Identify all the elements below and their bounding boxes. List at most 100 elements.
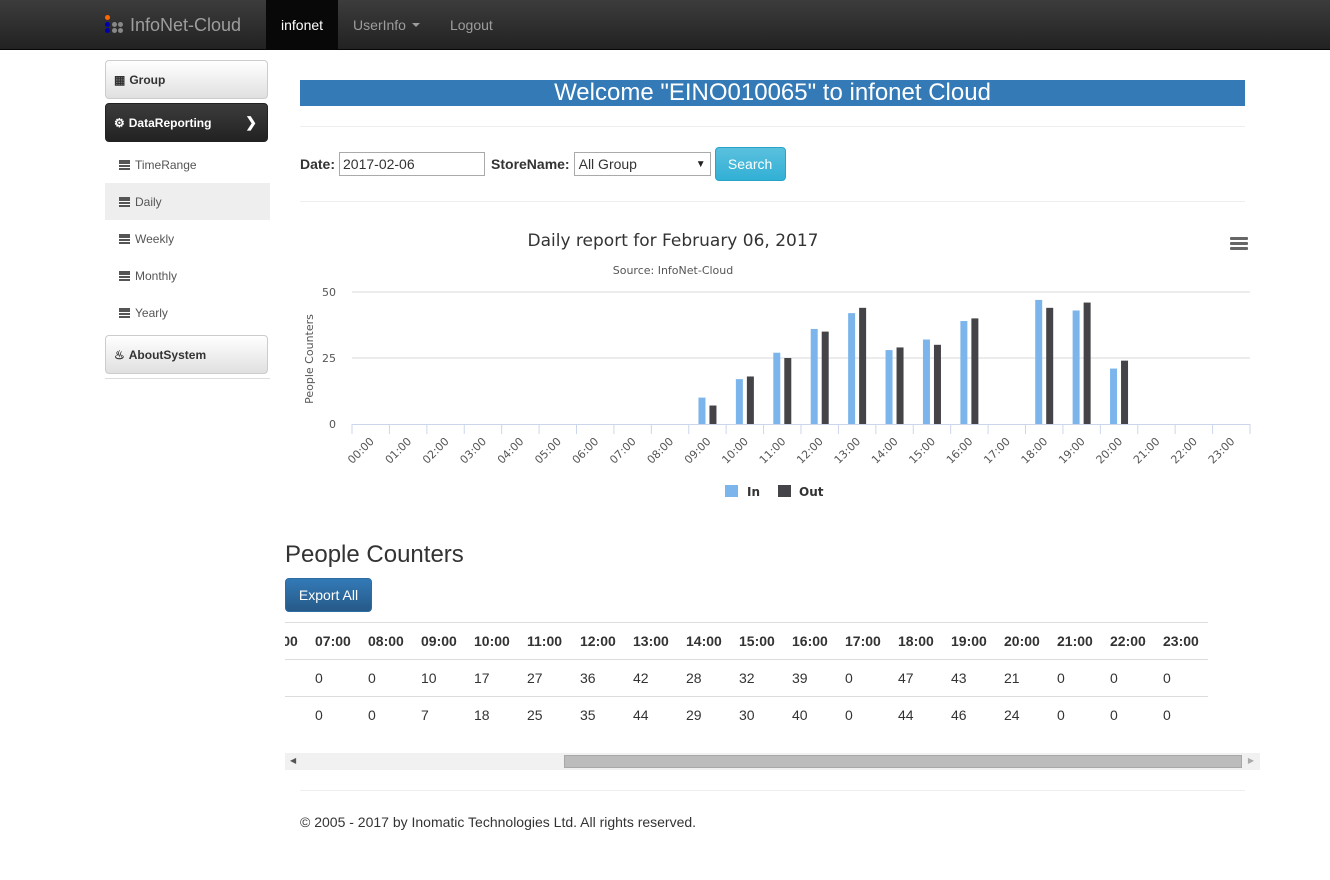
- x-tick-label: 16:00: [944, 435, 976, 467]
- table-cell: 44: [890, 696, 943, 734]
- x-tick-label: 02:00: [420, 435, 452, 467]
- sidebar-item-timerange[interactable]: TimeRange: [105, 146, 270, 183]
- sidebar-group-button[interactable]: ▦ Group: [105, 60, 268, 99]
- table-cell: 0: [285, 696, 307, 734]
- nav-userinfo-dropdown[interactable]: UserInfo: [338, 0, 435, 50]
- scroll-right-arrow-icon[interactable]: ▶: [1248, 756, 1254, 765]
- legend-label-in[interactable]: In: [747, 485, 760, 499]
- table-row: 00010172736422832390474321000: [285, 659, 1208, 697]
- legend-swatch-in[interactable]: [725, 485, 738, 497]
- legend-label-out[interactable]: Out: [799, 485, 824, 499]
- x-tick-label: 19:00: [1056, 435, 1088, 467]
- table-cell: 0: [307, 696, 360, 734]
- table-header-cell: 23:00: [1155, 622, 1208, 660]
- sidebar-item-daily[interactable]: Daily: [105, 183, 270, 220]
- table-header-cell: 07:00: [307, 622, 360, 660]
- chart-title: Daily report for February 06, 2017: [528, 231, 819, 251]
- bar-in-1800[interactable]: [1035, 299, 1043, 424]
- footer-copyright: © 2005 - 2017 by Inomatic Technologies L…: [300, 814, 697, 830]
- table-header-cell: 18:00: [890, 622, 943, 660]
- table-cell: 32: [731, 659, 784, 697]
- table-cell: 0: [285, 659, 307, 697]
- bar-in-1000[interactable]: [735, 379, 743, 424]
- calendar-icon: [119, 307, 130, 318]
- date-input[interactable]: [339, 152, 486, 176]
- bar-out-1800[interactable]: [1046, 307, 1054, 424]
- legend-swatch-out[interactable]: [778, 485, 791, 497]
- table-cell: 0: [307, 659, 360, 697]
- date-label: Date:: [300, 156, 336, 172]
- bar-out-2000[interactable]: [1121, 360, 1129, 424]
- table-cell: 24: [996, 696, 1049, 734]
- x-tick-label: 07:00: [607, 435, 639, 467]
- table-header-cell: 09:00: [413, 622, 466, 660]
- table-row: 0007182535442930400444624000: [285, 696, 1208, 734]
- table-header-cell: 19:00: [943, 622, 996, 660]
- bar-out-1300[interactable]: [859, 307, 867, 424]
- sidebar-datareporting-button[interactable]: ⚙ DataReporting ❯: [105, 103, 268, 142]
- sidebar-aboutsystem-label: AboutSystem: [128, 347, 207, 362]
- bar-out-1900[interactable]: [1083, 302, 1091, 424]
- y-tick-label: 25: [322, 352, 336, 365]
- x-tick-label: 01:00: [383, 435, 415, 467]
- table-cell: 0: [360, 659, 413, 697]
- sidebar-divider: [105, 378, 270, 379]
- fire-icon: ♨: [114, 347, 125, 362]
- bar-in-1200[interactable]: [810, 328, 818, 424]
- x-tick-label: 18:00: [1019, 435, 1051, 467]
- bar-out-1100[interactable]: [784, 358, 792, 424]
- x-tick-label: 23:00: [1206, 435, 1238, 467]
- bar-in-2000[interactable]: [1110, 368, 1118, 424]
- scroll-left-arrow-icon[interactable]: ◀: [290, 756, 296, 765]
- scrollbar-thumb[interactable]: [564, 755, 1242, 768]
- table-cell: 0: [837, 696, 890, 734]
- bar-in-1900[interactable]: [1072, 310, 1080, 424]
- bar-in-1100[interactable]: [773, 352, 781, 424]
- table-cell: 29: [678, 696, 731, 734]
- export-all-button[interactable]: Export All: [285, 578, 372, 612]
- bar-in-1300[interactable]: [848, 313, 856, 424]
- nav-logout[interactable]: Logout: [435, 0, 508, 50]
- bar-in-0900[interactable]: [698, 397, 706, 424]
- table-cell: 30: [731, 696, 784, 734]
- table-cell: 7: [413, 696, 466, 734]
- sidebar-item-yearly[interactable]: Yearly: [105, 294, 270, 331]
- chart-menu-icon[interactable]: [1230, 237, 1248, 251]
- nav-userinfo-label: UserInfo: [353, 17, 406, 33]
- bar-out-1200[interactable]: [821, 331, 829, 424]
- x-tick-label: 20:00: [1094, 435, 1126, 467]
- daily-report-chart: Daily report for February 06, 2017 Sourc…: [296, 222, 1260, 512]
- table-horizontal-scrollbar[interactable]: ◀ ▶: [285, 753, 1260, 770]
- bar-in-1400[interactable]: [885, 350, 893, 424]
- sidebar-item-weekly[interactable]: Weekly: [105, 220, 270, 257]
- bar-out-0900[interactable]: [709, 405, 717, 424]
- table-header-cell: 11:00: [519, 622, 572, 660]
- search-button[interactable]: Search: [714, 147, 786, 181]
- table-cell: 27: [519, 659, 572, 697]
- table-cell: 21: [996, 659, 1049, 697]
- table-cell: 0: [360, 696, 413, 734]
- sidebar-aboutsystem-button[interactable]: ♨ AboutSystem: [105, 335, 268, 374]
- table-header-cell: 15:00: [731, 622, 784, 660]
- bar-out-1500[interactable]: [933, 344, 941, 424]
- table-cell: 0: [1102, 696, 1155, 734]
- bar-in-1500[interactable]: [922, 339, 930, 424]
- x-tick-label: 09:00: [682, 435, 714, 467]
- bar-out-1400[interactable]: [896, 347, 904, 424]
- sidebar: ▦ Group ⚙ DataReporting ❯ TimeRange Dail…: [105, 60, 270, 379]
- brand[interactable]: InfoNet-Cloud: [104, 0, 241, 50]
- people-counters-title: People Counters: [285, 541, 464, 568]
- bar-out-1600[interactable]: [971, 318, 979, 424]
- sidebar-datareporting-label: DataReporting: [128, 115, 212, 130]
- x-tick-label: 03:00: [457, 435, 489, 467]
- table-cell: 18: [466, 696, 519, 734]
- x-tick-label: 04:00: [495, 435, 527, 467]
- storename-select[interactable]: All Group ▼: [573, 152, 711, 176]
- nav-infonet[interactable]: infonet: [266, 0, 339, 50]
- bar-out-1000[interactable]: [746, 376, 754, 424]
- table-cell: 47: [890, 659, 943, 697]
- sidebar-item-monthly[interactable]: Monthly: [105, 257, 270, 294]
- search-form: Date: StoreName: All Group ▼ Search: [300, 147, 786, 181]
- storename-selected-value: All Group: [578, 156, 637, 172]
- bar-in-1600[interactable]: [960, 321, 968, 424]
